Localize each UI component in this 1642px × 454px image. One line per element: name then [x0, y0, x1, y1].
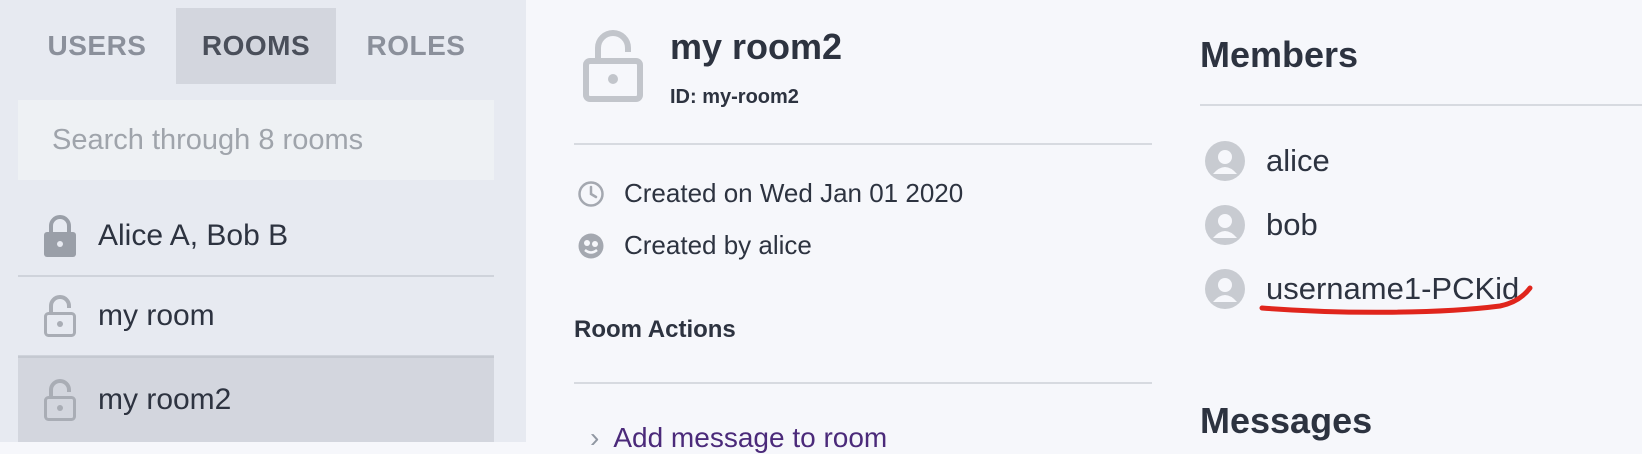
avatar-icon	[1205, 141, 1245, 181]
room-name: my room	[98, 298, 215, 332]
room-list-item[interactable]: my room	[18, 276, 494, 357]
member-item[interactable]: bob	[1204, 204, 1318, 246]
user-face-icon	[576, 231, 606, 261]
tab-roles[interactable]: ROLES	[336, 8, 496, 84]
clock-icon	[576, 179, 606, 209]
created-on-text: Created on Wed Jan 01 2020	[624, 178, 964, 208]
room-list-item-selected[interactable]: my room2	[18, 356, 494, 442]
room-actions-heading: Room Actions	[574, 316, 736, 343]
member-name: bob	[1266, 207, 1318, 242]
lock-open-icon	[40, 377, 80, 423]
search-input[interactable]	[18, 100, 494, 180]
created-on-row: Created on Wed Jan 01 2020	[576, 178, 963, 209]
messages-heading: Messages	[1200, 400, 1373, 441]
divider	[574, 143, 1152, 145]
created-by-row: Created by alice	[576, 230, 812, 261]
avatar-icon	[1205, 269, 1245, 309]
lock-closed-icon	[40, 213, 80, 259]
chevron-right-icon: ›	[590, 422, 600, 453]
divider	[574, 382, 1152, 384]
tab-rooms[interactable]: ROOMS	[176, 8, 336, 84]
member-item[interactable]: alice	[1204, 140, 1330, 182]
room-name: Alice A, Bob B	[98, 218, 289, 252]
avatar-icon	[1205, 205, 1245, 245]
sidebar: USERS ROOMS ROLES Alice A, Bob B my room	[0, 0, 526, 442]
room-id: ID: my-room2	[670, 86, 799, 108]
add-message-label: Add message to room	[613, 422, 888, 453]
member-name: alice	[1266, 143, 1330, 178]
tab-bar: USERS ROOMS ROLES	[18, 8, 496, 84]
lock-open-icon	[40, 293, 80, 339]
room-list-item[interactable]: Alice A, Bob B	[18, 196, 494, 277]
created-by-text: Created by alice	[624, 230, 812, 260]
page-title: my room2	[670, 26, 843, 67]
tab-users[interactable]: USERS	[18, 8, 176, 84]
add-message-link[interactable]: › Add message to room	[590, 422, 887, 454]
divider	[1200, 104, 1642, 106]
annotation-underline	[1259, 285, 1533, 315]
room-name: my room2	[98, 383, 232, 416]
room-lock-icon	[582, 28, 644, 104]
members-heading: Members	[1200, 34, 1359, 75]
